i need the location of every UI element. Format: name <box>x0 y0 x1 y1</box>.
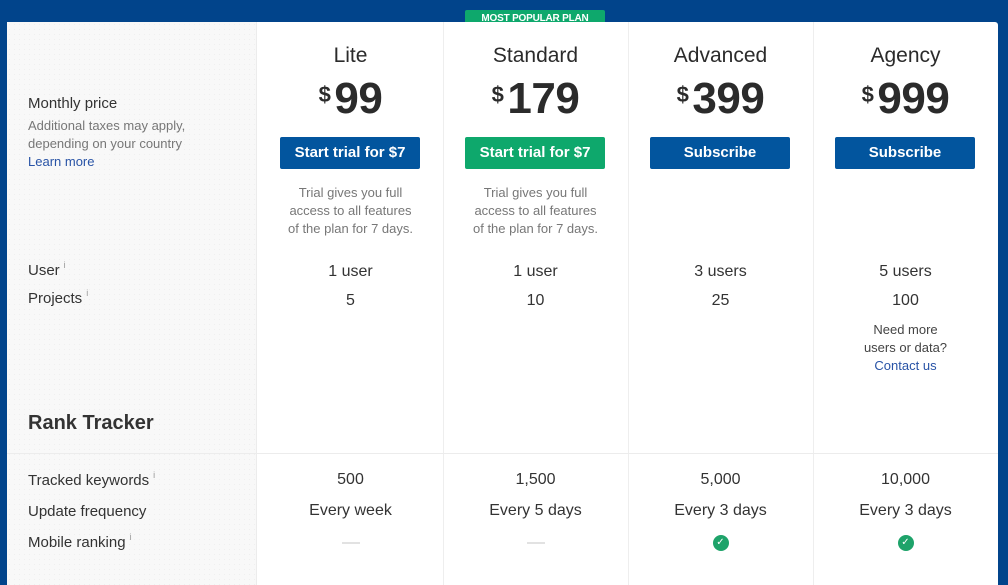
plan-price: $179 <box>443 74 628 124</box>
trial-note-line: of the plan for 7 days. <box>287 221 414 236</box>
not-included-dash-icon <box>341 542 360 544</box>
learn-more-link[interactable]: Learn more <box>28 153 185 171</box>
need-more-line: users or data? <box>863 340 948 355</box>
projects-label: Projects i <box>28 288 88 307</box>
trial-note-line: access to all features <box>474 203 597 218</box>
price-amount: 99 <box>334 74 383 123</box>
trial-note-line: Trial gives you full <box>483 185 588 200</box>
plan-price: $399 <box>628 74 813 124</box>
plan-column-standard: Standard $179 Start trial for $7 Trial g… <box>443 22 628 585</box>
info-icon[interactable]: i <box>130 532 132 542</box>
update-frequency-label: Update frequency <box>28 503 147 520</box>
contact-us-link[interactable]: Contact us <box>813 357 998 375</box>
trial-note: Trial gives you full access to all featu… <box>258 184 443 238</box>
info-icon[interactable]: i <box>153 470 155 480</box>
tracked-keywords-label: Tracked keywords i <box>28 470 155 489</box>
update-frequency-value: Every 3 days <box>674 502 767 519</box>
currency-symbol: $ <box>491 82 504 107</box>
start-trial-button[interactable]: Start trial for $7 <box>465 137 605 169</box>
price-amount: 999 <box>877 74 950 123</box>
taxes-note: Additional taxes may apply, depending on… <box>28 117 185 171</box>
trial-note-line: access to all features <box>289 203 412 218</box>
plan-column-lite: Lite $99 Start trial for $7 Trial gives … <box>258 22 443 585</box>
not-included-dash-icon <box>526 542 545 544</box>
user-label: User i <box>28 260 66 279</box>
pricing-table: Monthly price Additional taxes may apply… <box>7 22 998 585</box>
tracked-keywords-value: 5,000 <box>700 471 741 488</box>
currency-symbol: $ <box>318 82 331 107</box>
plan-name: Lite <box>333 44 368 67</box>
price-amount: 179 <box>507 74 580 123</box>
price-amount: 399 <box>692 74 765 123</box>
plan-column-agency: Agency $999 Subscribe 5 users 100 Need m… <box>813 22 998 585</box>
info-icon[interactable]: i <box>64 260 66 270</box>
projects-value: 100 <box>892 292 919 309</box>
plan-price: $999 <box>813 74 998 124</box>
mobile-ranking-label: Mobile ranking i <box>28 532 132 551</box>
update-frequency-value: Every 5 days <box>489 502 582 519</box>
monthly-price-label: Monthly price <box>28 95 118 112</box>
plan-name: Agency <box>870 44 941 67</box>
tracked-keywords-value: 1,500 <box>515 471 556 488</box>
need-more-note: Need more users or data? Contact us <box>813 321 998 375</box>
users-value: 1 user <box>328 263 373 280</box>
check-circle-icon: ✓ <box>712 535 729 551</box>
mobile-ranking-text: Mobile ranking <box>28 534 126 551</box>
users-value: 1 user <box>513 263 558 280</box>
projects-label-text: Projects <box>28 290 83 307</box>
projects-value: 10 <box>526 292 545 309</box>
currency-symbol: $ <box>676 82 689 107</box>
tracked-keywords-value: 500 <box>337 471 364 488</box>
projects-value: 25 <box>711 292 730 309</box>
update-frequency-value: Every week <box>309 502 392 519</box>
tracked-keywords-value: 10,000 <box>881 471 930 488</box>
plan-name: Standard <box>492 44 579 67</box>
trial-note: Trial gives you full access to all featu… <box>443 184 628 238</box>
taxes-note-line1: Additional taxes may apply, <box>28 118 186 133</box>
info-icon[interactable]: i <box>86 288 88 298</box>
currency-symbol: $ <box>861 82 874 107</box>
user-label-text: User <box>28 262 60 279</box>
users-value: 3 users <box>694 263 747 280</box>
section-title-rank-tracker: Rank Tracker <box>28 412 154 434</box>
start-trial-button[interactable]: Start trial for $7 <box>280 137 420 169</box>
subscribe-button[interactable]: Subscribe <box>650 137 790 169</box>
plan-column-advanced: Advanced $399 Subscribe 3 users 25 5,000… <box>628 22 813 585</box>
trial-note-line: of the plan for 7 days. <box>472 221 599 236</box>
check-circle-icon: ✓ <box>897 535 914 551</box>
need-more-line: Need more <box>873 322 938 337</box>
projects-value: 5 <box>346 292 355 309</box>
update-frequency-value: Every 3 days <box>859 502 952 519</box>
feature-label-column: Monthly price Additional taxes may apply… <box>7 22 257 585</box>
subscribe-button[interactable]: Subscribe <box>835 137 975 169</box>
plan-name: Advanced <box>673 44 768 67</box>
tracked-keywords-text: Tracked keywords <box>28 472 150 489</box>
users-value: 5 users <box>879 263 932 280</box>
trial-note-line: Trial gives you full <box>298 185 403 200</box>
taxes-note-line2: depending on your country <box>28 136 182 151</box>
plan-price: $99 <box>258 74 443 124</box>
